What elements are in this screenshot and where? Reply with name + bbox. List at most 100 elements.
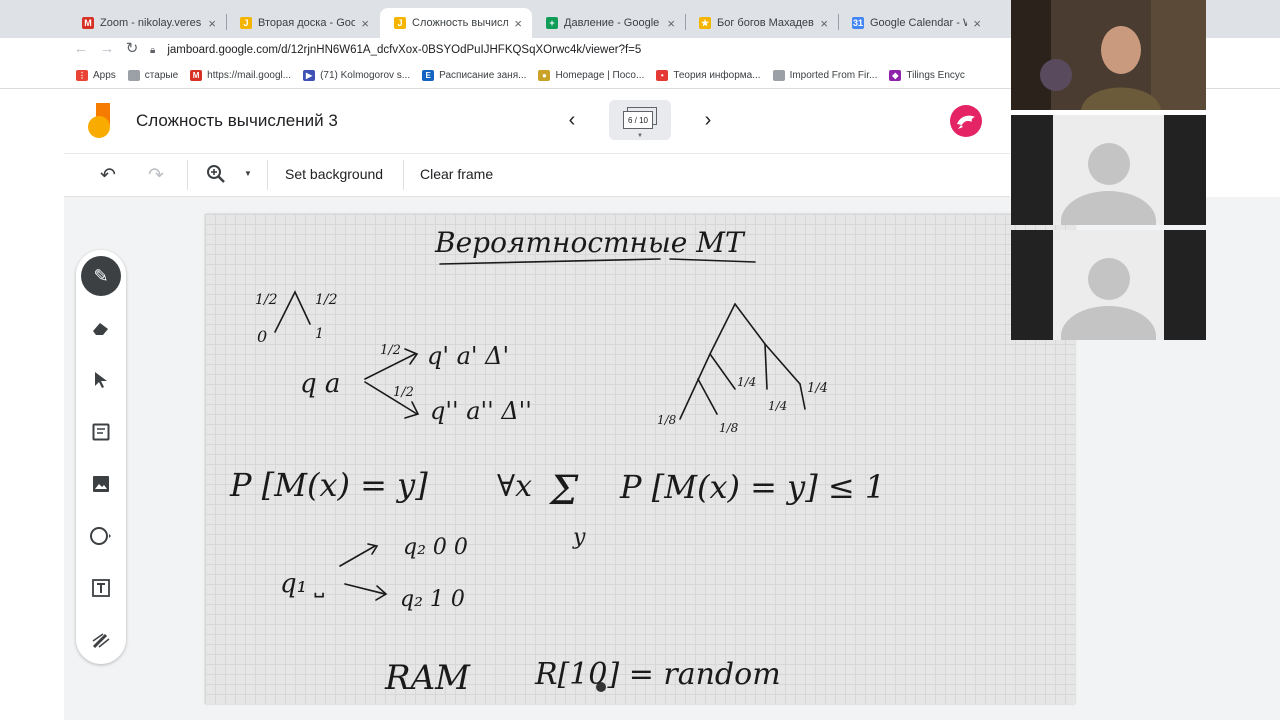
chevron-down-icon: ▼ [637, 133, 643, 139]
jamboard-icon: J [240, 17, 252, 29]
video-tile-participant[interactable] [1011, 115, 1206, 225]
avatar[interactable] [950, 105, 982, 137]
sheets-icon: + [546, 17, 558, 29]
ram-label: RAM [384, 658, 471, 698]
arrow-q1-lower [344, 583, 386, 595]
video-tile-participant[interactable] [1011, 230, 1206, 340]
bookmark-label: Homepage | Посо... [555, 69, 645, 81]
gmail-icon: M [82, 17, 94, 29]
forward-arrow-icon[interactable]: → [98, 38, 116, 60]
cursor-arrow-icon [95, 372, 107, 388]
image-tool[interactable] [81, 464, 121, 504]
lock-icon: 🔒︎ [150, 44, 156, 56]
branch-lower: q'' a'' Δ'' [430, 397, 532, 425]
video-tile-speaker[interactable] [1011, 0, 1206, 110]
close-icon[interactable]: × [667, 16, 675, 31]
close-icon[interactable]: × [514, 16, 522, 31]
bookmark-link[interactable]: ● Homepage | Посо... [538, 69, 645, 81]
tree-label: 1/8 [719, 421, 739, 435]
tree-label: 1/2 [315, 292, 338, 308]
previous-frame-button[interactable]: ‹ [562, 109, 582, 132]
address-bar[interactable]: 🔒︎ jamboard.google.com/d/12rjnHN6W61A_dc… [150, 38, 1000, 62]
bookmark-link[interactable]: ▶ (71) Kolmogorov s... [303, 69, 410, 81]
reload-icon[interactable]: ↻ [123, 38, 141, 60]
set-background-button[interactable]: Set background [285, 166, 383, 182]
tab-title: Zoom - nikolay.veresh [100, 17, 203, 29]
eraser-icon [93, 323, 108, 335]
browser-tab[interactable]: ★ Бог богов Махадев с × [685, 8, 838, 38]
bookmark-label: https://mail.googl... [207, 69, 292, 81]
bookmark-link[interactable]: ◆ Tilings Encyc [889, 69, 965, 81]
tree-label: 0 [257, 327, 267, 346]
branch-upper: q' a' Δ' [427, 342, 509, 370]
probability-expression: P [M(x) = y] [229, 466, 428, 504]
tree-branch [709, 353, 736, 390]
circle-shape-icon [90, 527, 111, 545]
apps-grid-icon: ⋮ [76, 69, 88, 81]
tab-title: Давление - Google Sh [564, 17, 661, 29]
eraser-tool[interactable] [81, 308, 121, 348]
title-underline [669, 258, 756, 263]
tree-label: 1 [315, 326, 324, 342]
speaker-video [1011, 0, 1206, 110]
frame-bar-toggle[interactable]: 6 / 10 ▼ [609, 100, 671, 140]
back-arrow-icon[interactable]: ← [72, 38, 90, 60]
tree-label: 1/8 [657, 413, 677, 427]
tree-branch [274, 290, 311, 333]
browser-tab-active[interactable]: J Сложность вычислен × [380, 8, 532, 38]
tree-branch [734, 303, 801, 385]
whiteboard-canvas[interactable]: Вероятностные МТ 1/2 1/2 0 1 q a 1/2 1/2… [205, 214, 1075, 704]
laser-tool[interactable] [81, 620, 121, 660]
zoom-button[interactable] [206, 164, 226, 190]
close-icon[interactable]: × [820, 16, 828, 31]
title-underline [439, 258, 661, 265]
person-silhouette-body [1061, 306, 1156, 340]
document-title[interactable]: Сложность вычислений 3 [136, 111, 338, 131]
bookmark-label: Apps [93, 69, 116, 81]
calendar-icon: 31 [852, 17, 864, 29]
close-icon[interactable]: × [361, 16, 369, 31]
bookmark-label: Расписание заня... [439, 69, 527, 81]
clear-frame-button[interactable]: Clear frame [420, 166, 493, 182]
tab-title: Google Calendar - We [870, 17, 967, 29]
q2-upper-label: q₂ 0 0 [403, 535, 468, 560]
pen-tool[interactable]: ✎ [81, 256, 121, 296]
bookmark-folder[interactable]: Imported From Fir... [772, 69, 878, 81]
toolbar-divider [267, 160, 268, 190]
bookmark-link[interactable]: M https://mail.googl... [190, 69, 292, 81]
shape-tool[interactable] [81, 516, 121, 556]
text-box-tool[interactable] [81, 568, 121, 608]
bookmark-folder[interactable]: старые [127, 69, 179, 81]
laser-pointer-icon [92, 633, 110, 649]
close-icon[interactable]: × [973, 16, 981, 31]
select-tool[interactable] [81, 360, 121, 400]
browser-tab[interactable]: 31 Google Calendar - We × [838, 8, 991, 38]
chevron-down-icon[interactable]: ▼ [244, 169, 252, 178]
close-icon[interactable]: × [208, 16, 216, 31]
tree-branch [799, 383, 806, 410]
bookmark-label: старые [144, 69, 179, 81]
undo-icon[interactable]: ↶ [100, 164, 116, 187]
browser-tab[interactable]: + Давление - Google Sh × [532, 8, 685, 38]
bookmark-apps[interactable]: ⋮ Apps [76, 69, 116, 81]
tree-label: 1/2 [255, 292, 278, 308]
arrow-q1-upper [339, 545, 376, 567]
next-frame-button[interactable]: › [698, 109, 718, 132]
bookmark-link[interactable]: E Расписание заня... [422, 69, 527, 81]
browser-tab[interactable]: J Вторая доска - Googl × [226, 8, 379, 38]
state-label: q a [300, 369, 340, 399]
sticky-note-tool[interactable] [81, 412, 121, 452]
branch-prob: 1/2 [393, 385, 414, 400]
tab-title: Сложность вычислен [412, 17, 509, 29]
browser-tab[interactable]: M Zoom - nikolay.veresh × [68, 8, 226, 38]
tab-title: Бог богов Махадев с [717, 17, 815, 29]
bookmark-label: Imported From Fir... [789, 69, 878, 81]
dolphin-icon [957, 115, 975, 129]
diamond-icon: ◆ [889, 69, 902, 81]
redo-icon[interactable]: ↷ [148, 164, 164, 187]
dots-icon: • [656, 69, 669, 81]
bookmark-label: Tilings Encyc [906, 69, 965, 81]
bookmark-link[interactable]: • Теория информа... [656, 69, 761, 81]
video-icon: ▶ [303, 69, 316, 81]
toolbar-divider [187, 160, 188, 190]
